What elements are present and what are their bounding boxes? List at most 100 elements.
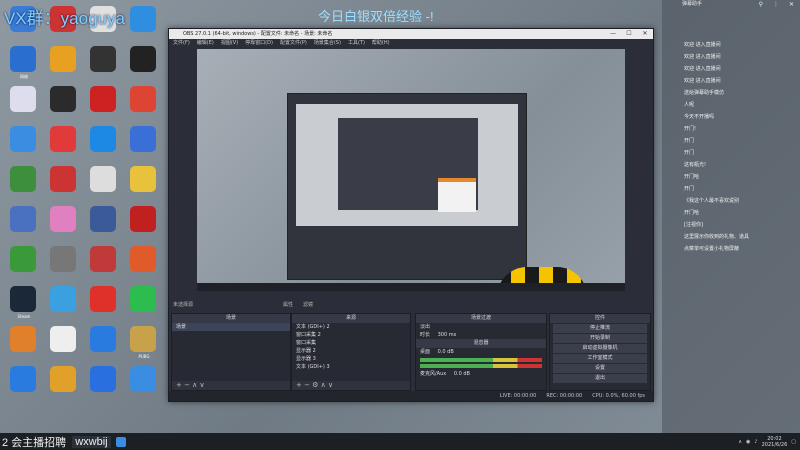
desktop-app-icon[interactable] xyxy=(10,326,36,352)
desktop-app-icon[interactable] xyxy=(130,126,156,152)
danmaku-chat-panel: 弹幕助手 ⚲ ⋮ ✕ 欢迎 进入直播间 欢迎 进入直播间 欢迎 进入直播间 欢迎 进入… xyxy=(662,0,800,433)
desktop-app-icon[interactable] xyxy=(10,46,36,72)
stop-streaming-button[interactable]: 停止推流 xyxy=(553,324,647,333)
chat-message: 开门哈 xyxy=(662,171,800,183)
filters-button[interactable]: 滤镜 xyxy=(303,299,313,311)
pin-icon[interactable]: ⚲ xyxy=(759,0,763,9)
obs-preview-canvas[interactable] xyxy=(197,49,625,291)
desktop-app-icon[interactable] xyxy=(50,166,76,192)
source-item[interactable]: 窗口采集 2 xyxy=(292,331,410,339)
desktop-app-icon[interactable] xyxy=(50,326,76,352)
desktop-app-icon[interactable] xyxy=(90,326,116,352)
source-item[interactable]: 文本 (GDI+) 2 xyxy=(292,323,410,331)
desktop-app-icon[interactable] xyxy=(50,366,76,392)
desktop-app-icon[interactable] xyxy=(50,86,76,112)
chat-message: 这有瓶光! xyxy=(662,159,800,171)
desktop-app-icon[interactable] xyxy=(10,166,36,192)
transitions-and-mixer-dock: 场景过渡 淡出 时长 300 ms 混音器 桌面 0.0 dB 麦克风/Aux … xyxy=(415,313,547,391)
start-recording-button[interactable]: 开始录制 xyxy=(553,334,647,343)
desktop-app-icon[interactable] xyxy=(10,246,36,272)
desktop-app-icon[interactable] xyxy=(10,286,36,312)
sources-dock: 来源 文本 (GDI+) 2 窗口采集 2 窗口采集 显示器 2 显示器 3 文… xyxy=(291,313,411,391)
close-icon[interactable]: ✕ xyxy=(637,29,653,39)
obs-window: OBS 27.0.1 (64-bit, windows) - 配置文件: 未命名… xyxy=(168,28,654,402)
chevron-up-icon[interactable]: ∧ xyxy=(738,439,742,445)
desktop-app-icon[interactable] xyxy=(90,46,116,72)
duration-value[interactable]: 300 ms xyxy=(438,332,457,338)
desktop-app-icon[interactable] xyxy=(90,126,116,152)
desktop-icon-label xyxy=(4,274,44,284)
desktop-app-icon[interactable] xyxy=(130,6,156,32)
properties-button[interactable]: 属性 xyxy=(283,299,293,311)
desktop-icon-label: Steam xyxy=(17,314,31,319)
volume-icon[interactable]: ♪ xyxy=(754,439,757,445)
minimize-icon[interactable]: — xyxy=(605,29,621,39)
chat-message: 开门 xyxy=(662,135,800,147)
source-item[interactable]: 窗口采集 xyxy=(292,339,410,347)
desktop-app-icon[interactable] xyxy=(90,166,116,192)
chat-message-text: 欢迎 进入直播间 xyxy=(684,66,721,72)
scene-item[interactable]: 场景 xyxy=(172,323,290,331)
source-item[interactable]: 文本 (GDI+) 3 xyxy=(292,363,410,371)
desktop-app-icon[interactable] xyxy=(90,206,116,232)
menu-icon[interactable]: ⋮ xyxy=(773,0,779,9)
transition-select[interactable]: 淡出 xyxy=(416,323,546,331)
obs-docks: 未选择源 属性 滤镜 场景 场景 + − ∧ ∨ 来源 文本 (GDI+) 2 … xyxy=(169,299,653,401)
menu-file[interactable]: 文件(F) xyxy=(173,39,190,48)
desktop-app-icon[interactable] xyxy=(130,86,156,112)
desktop-app-icon[interactable] xyxy=(50,206,76,232)
menu-profile[interactable]: 配置文件(P) xyxy=(280,39,307,48)
desktop-app-icon[interactable] xyxy=(50,126,76,152)
preview-nested-dialog xyxy=(438,178,476,212)
source-item[interactable]: 显示器 3 xyxy=(292,355,410,363)
stream-overlay-text: VX群：yaoguya xyxy=(4,9,125,28)
desktop-app-icon[interactable] xyxy=(50,46,76,72)
desktop-app-icon[interactable] xyxy=(90,366,116,392)
mixer-channel-label: 桌面 0.0 dB xyxy=(416,348,546,356)
desktop-app-icon[interactable] xyxy=(130,326,156,352)
desktop-app-icon[interactable] xyxy=(90,86,116,112)
menu-view[interactable]: 视图(V) xyxy=(221,39,238,48)
studio-mode-button[interactable]: 工作室模式 xyxy=(553,354,647,363)
desktop-app-icon[interactable] xyxy=(10,86,36,112)
chat-message-text: 《我这个人最不喜欢说别 xyxy=(684,198,740,204)
menu-tools[interactable]: 工具(T) xyxy=(348,39,365,48)
exit-button[interactable]: 退出 xyxy=(553,374,647,383)
network-icon[interactable]: ◉ xyxy=(746,439,750,445)
desktop-app-icon[interactable] xyxy=(130,46,156,72)
system-tray: ∧ ◉ ♪ 20:02 2021/6/26 ▢ xyxy=(738,433,796,450)
desktop-app-icon[interactable] xyxy=(130,286,156,312)
desktop-app-icon[interactable] xyxy=(130,166,156,192)
taskbar-search[interactable]: wxwbij xyxy=(72,435,111,448)
close-icon[interactable]: ✕ xyxy=(789,0,794,9)
menu-scene-collection[interactable]: 场景集合(S) xyxy=(314,39,341,48)
desktop-app-icon[interactable] xyxy=(90,246,116,272)
chat-message-text: 人呢 xyxy=(684,102,695,108)
taskbar-clock[interactable]: 20:02 2021/6/26 xyxy=(762,436,788,448)
maximize-icon[interactable]: ☐ xyxy=(621,29,637,39)
desktop-app-icon[interactable] xyxy=(130,366,156,392)
notification-icon[interactable]: ▢ xyxy=(791,439,796,445)
chat-message-text: 开门 xyxy=(684,186,695,192)
desktop-app-icon[interactable] xyxy=(50,246,76,272)
desktop-app-icon[interactable] xyxy=(10,366,36,392)
desktop-app-icon[interactable] xyxy=(130,206,156,232)
desktop-app-icon[interactable] xyxy=(130,246,156,272)
source-item[interactable]: 显示器 2 xyxy=(292,347,410,355)
desktop-app-icon[interactable] xyxy=(90,286,116,312)
desktop-app-icon[interactable] xyxy=(10,126,36,152)
desktop-icon-label xyxy=(4,194,44,204)
menu-docks[interactable]: 停靠窗口(D) xyxy=(245,39,273,48)
menu-help[interactable]: 帮助(H) xyxy=(372,39,390,48)
transition-duration[interactable]: 时长 300 ms xyxy=(416,331,546,339)
chat-message-text: [注视你] xyxy=(684,222,703,228)
desktop-app-icon[interactable] xyxy=(10,206,36,232)
scenes-dock-header: 场景 xyxy=(172,314,290,323)
desktop-icon-label xyxy=(124,314,164,324)
app-icon[interactable] xyxy=(115,436,126,447)
virtual-camera-button[interactable]: 启动虚拟摄像机 xyxy=(553,344,647,353)
desktop-app-icon[interactable] xyxy=(50,286,76,312)
menu-edit[interactable]: 编辑(E) xyxy=(197,39,214,48)
duration-label: 时长 xyxy=(420,332,431,338)
settings-button[interactable]: 设置 xyxy=(553,364,647,373)
